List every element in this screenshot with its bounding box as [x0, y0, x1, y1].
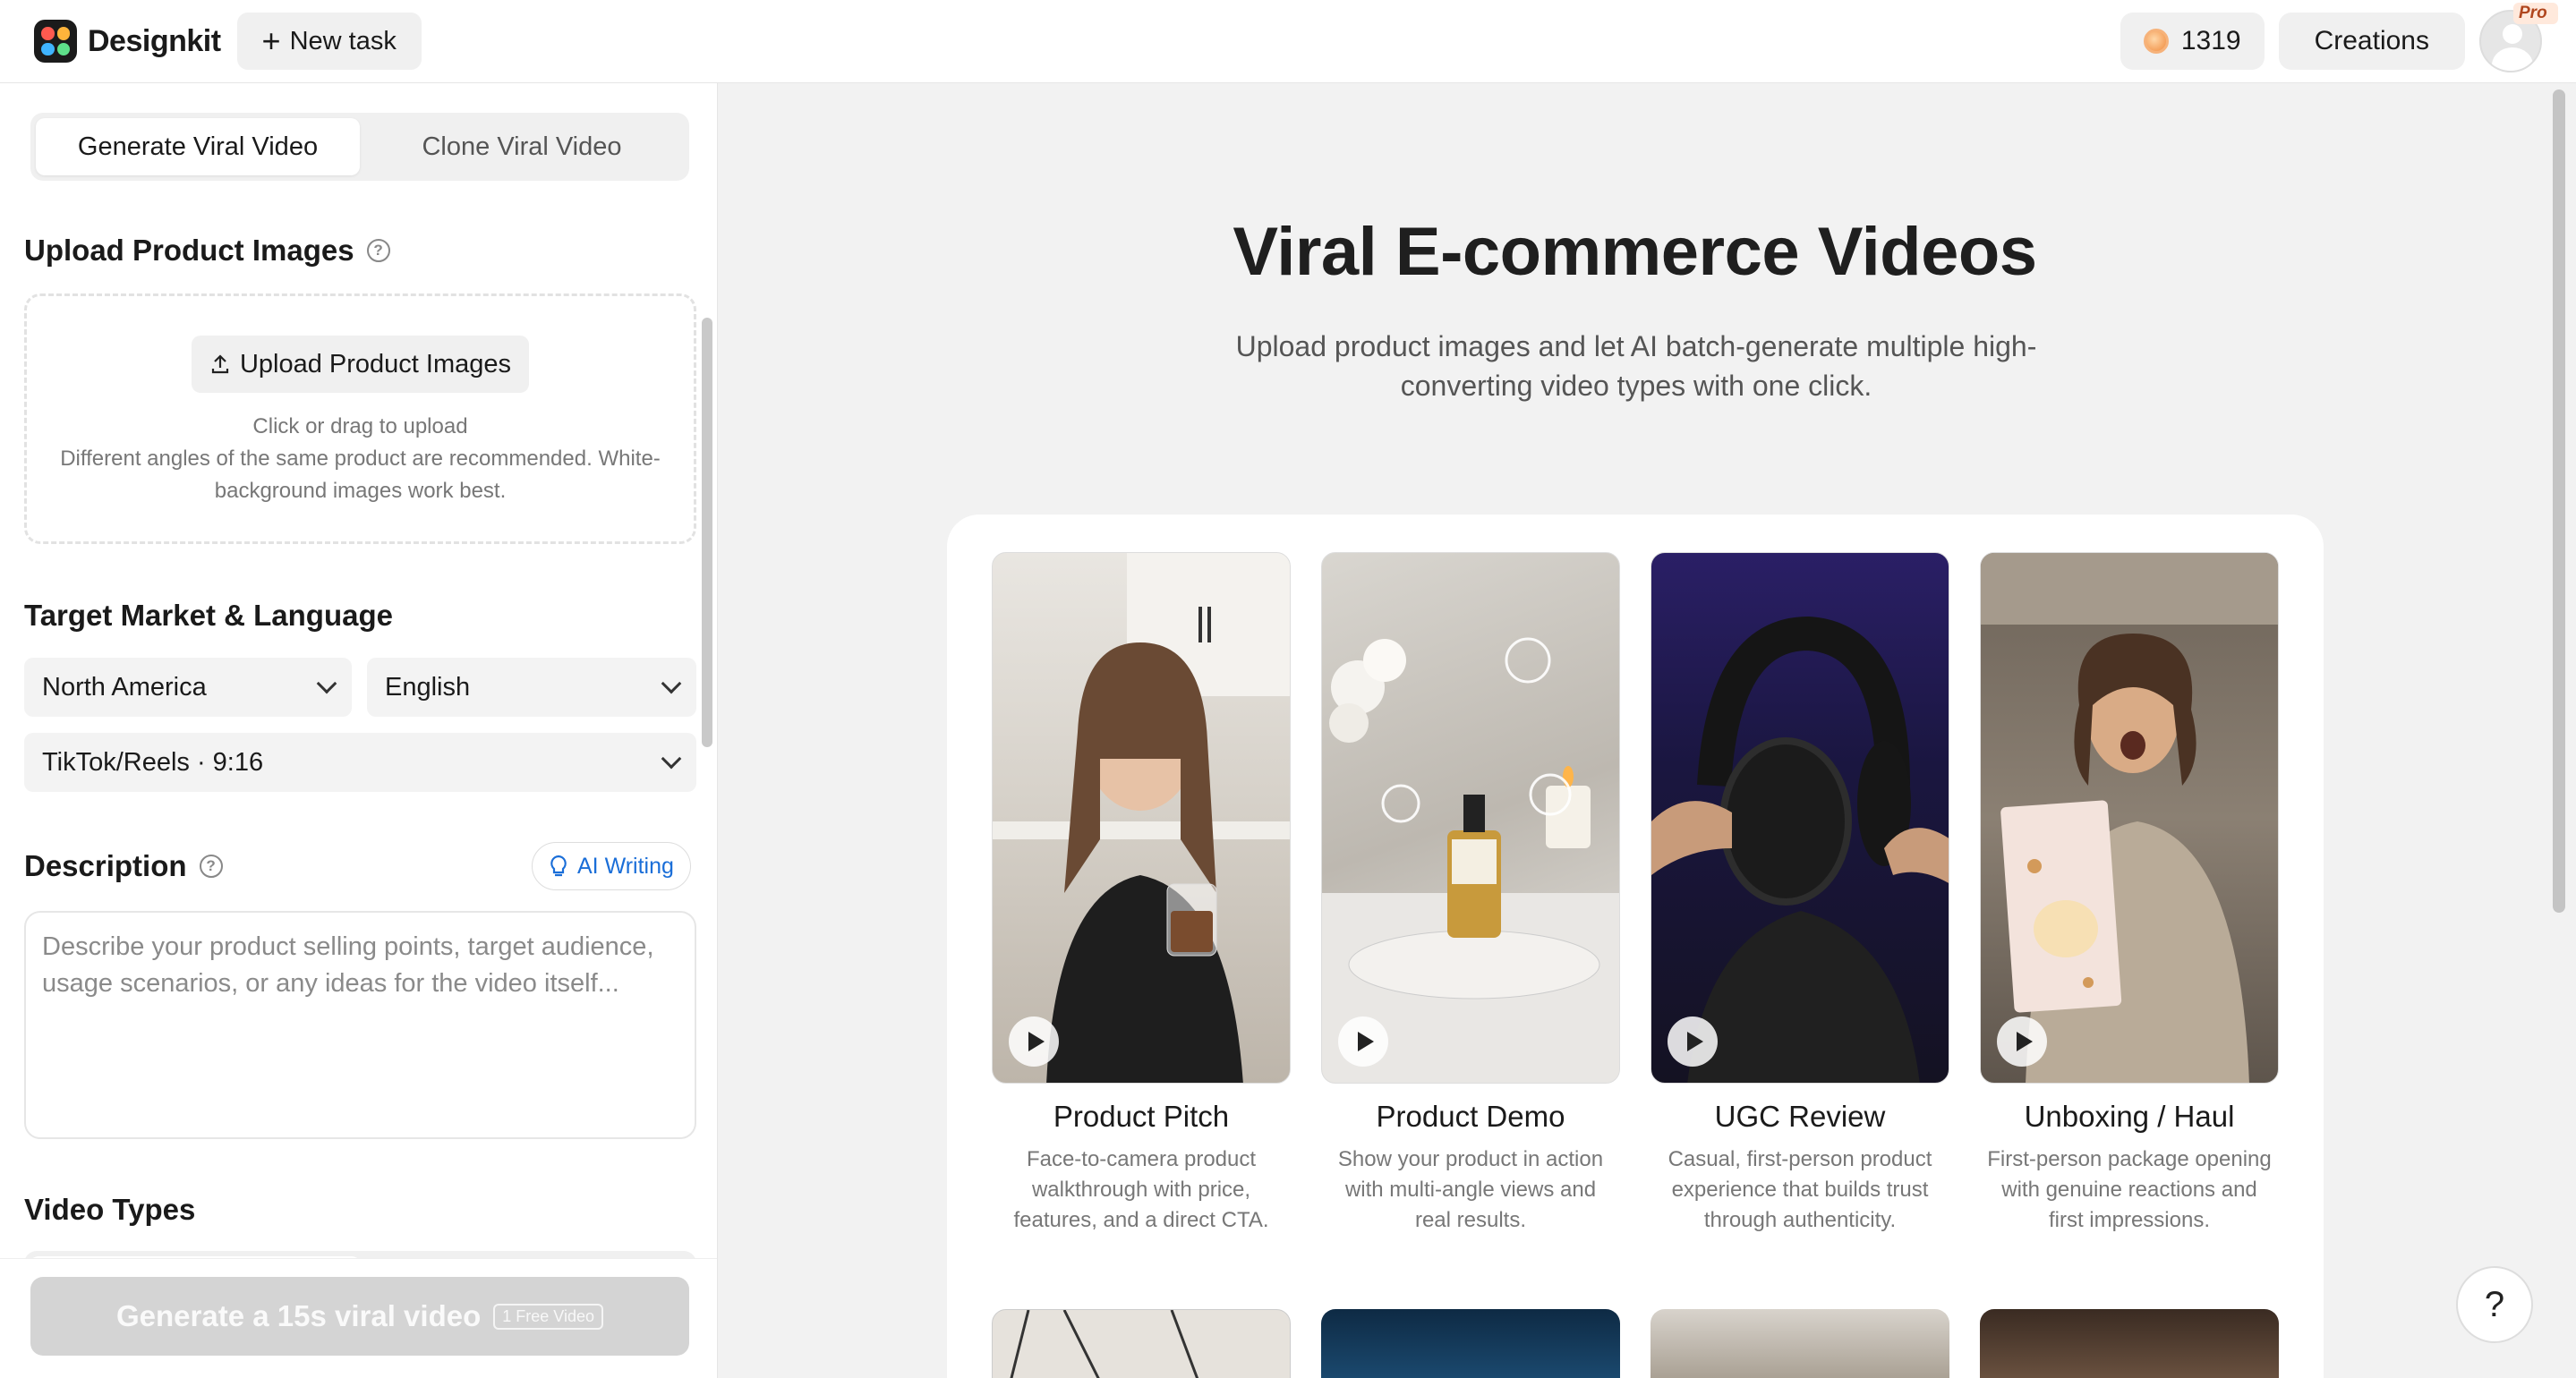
creations-button[interactable]: Creations	[2278, 13, 2465, 70]
upload-dropzone[interactable]: Upload Product Images Click or drag to u…	[24, 293, 696, 544]
ai-writing-button[interactable]: AI Writing	[532, 842, 691, 890]
card-description: Show your product in action with multi-a…	[1337, 1147, 1604, 1232]
video-gallery: Product Pitch Face-to-camera product wal…	[947, 515, 2324, 1378]
upload-hint-secondary: Different angles of the same product are…	[60, 447, 661, 503]
upload-hint-primary: Click or drag to upload	[252, 414, 468, 438]
help-button[interactable]: ?	[2456, 1266, 2533, 1343]
help-circle-icon[interactable]: ?	[199, 855, 223, 878]
description-textarea[interactable]: Describe your product selling points, ta…	[24, 911, 696, 1139]
market-section-title: Target Market & Language	[24, 599, 393, 632]
card-title: UGC Review	[1714, 1100, 1886, 1133]
generate-video-button[interactable]: Generate a 15s viral video 1 Free Video	[30, 1277, 689, 1356]
play-icon[interactable]	[1668, 1016, 1718, 1067]
video-thumbnail[interactable]	[1980, 1309, 2279, 1378]
logo-icon	[34, 20, 77, 63]
coin-icon	[2143, 29, 2169, 54]
video-thumbnail[interactable]	[1651, 1309, 1949, 1378]
chevron-down-icon	[316, 673, 337, 694]
play-icon[interactable]	[1997, 1016, 2047, 1067]
video-thumbnail[interactable]	[1651, 552, 1949, 1084]
video-thumbnail[interactable]	[1321, 552, 1620, 1084]
video-thumbnail[interactable]	[1980, 552, 2279, 1084]
play-icon[interactable]	[1009, 1016, 1059, 1067]
region-select[interactable]: North America	[24, 658, 352, 717]
video-types-title: Video Types	[24, 1193, 196, 1226]
chevron-down-icon	[661, 673, 682, 694]
card-title: Unboxing / Haul	[2024, 1100, 2235, 1133]
video-thumbnail[interactable]	[1321, 1309, 1620, 1378]
upload-section-title: Upload Product Images ?	[24, 234, 390, 268]
card-description: First-person package opening with genuin…	[1987, 1147, 2272, 1232]
card-title: Product Demo	[1376, 1100, 1565, 1133]
play-icon[interactable]	[1338, 1016, 1388, 1067]
credits-count: 1319	[2180, 26, 2241, 55]
language-select[interactable]: English	[367, 658, 696, 717]
help-circle-icon[interactable]: ?	[366, 239, 390, 262]
video-thumbnail[interactable]	[992, 552, 1291, 1084]
user-icon	[2503, 24, 2522, 44]
app-logo[interactable]: Designkit	[34, 20, 221, 63]
video-thumbnail[interactable]	[992, 1309, 1291, 1378]
format-select[interactable]: TikTok/Reels · 9:16	[24, 733, 696, 792]
card-title: Product Pitch	[1053, 1100, 1230, 1133]
credits-badge[interactable]: 1319	[2120, 13, 2265, 70]
lightbulb-icon	[550, 855, 567, 877]
page-subtitle: Upload product images and let AI batch-g…	[1235, 330, 2037, 402]
left-scrollbar[interactable]	[702, 318, 712, 747]
upload-icon	[211, 354, 229, 374]
main-content: Viral E-commerce Videos Upload product i…	[719, 83, 2576, 1378]
top-bar: Designkit + New task 1319 Creations	[0, 0, 2576, 83]
description-section-title: Description ?	[24, 849, 223, 883]
card-description: Casual, first-person product experience …	[1668, 1147, 1932, 1232]
tab-clone-viral-video[interactable]: Clone Viral Video	[360, 118, 684, 175]
new-task-button[interactable]: + New task	[236, 13, 422, 70]
main-scrollbar[interactable]	[2553, 89, 2565, 913]
page-title: Viral E-commerce Videos	[1233, 214, 2037, 290]
mode-tabs: Generate Viral Video Clone Viral Video	[30, 113, 689, 181]
chevron-down-icon	[661, 748, 682, 770]
pro-badge: Pro	[2513, 3, 2558, 24]
tab-generate-viral-video[interactable]: Generate Viral Video	[36, 118, 360, 175]
upload-images-button[interactable]: Upload Product Images	[191, 336, 530, 393]
app-name: Designkit	[88, 23, 221, 58]
plus-icon: +	[261, 22, 281, 59]
new-task-label: New task	[289, 26, 397, 55]
card-description: Face-to-camera product walkthrough with …	[1013, 1147, 1269, 1232]
free-video-tag: 1 Free Video	[493, 1303, 603, 1330]
left-panel: Generate Viral Video Clone Viral Video U…	[0, 83, 718, 1378]
